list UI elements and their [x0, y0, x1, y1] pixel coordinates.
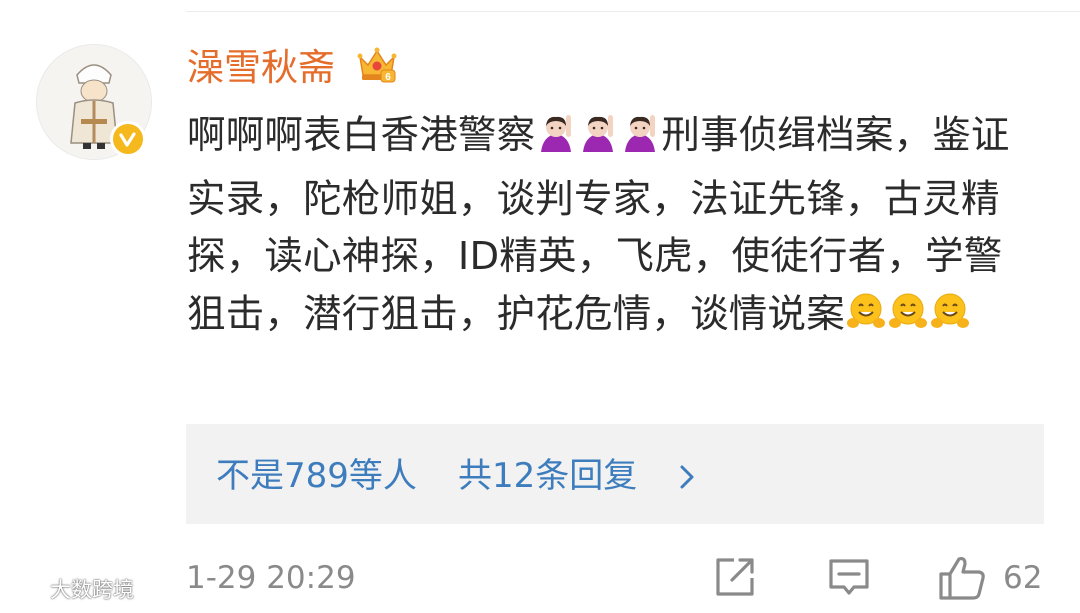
comment-text-part1: 啊啊啊表白香港警察: [187, 113, 536, 158]
svg-text:6: 6: [385, 72, 391, 83]
replies-preview[interactable]: 不是789等人 共12条回复: [186, 424, 1044, 524]
hugging-face-emoji: [929, 291, 971, 350]
thumbs-up-icon[interactable]: [937, 554, 987, 602]
person-raising-hand-emoji: [619, 112, 661, 171]
watermark-text: 大数跨境: [50, 578, 134, 602]
chevron-right-icon[interactable]: [676, 464, 698, 490]
like-count: 62: [1003, 560, 1043, 596]
comment-text: 啊啊啊表白香港警察 刑事侦缉档案，鉴证实录，陀枪师姐，谈判专家，法证先锋，古灵精探…: [187, 107, 1027, 349]
share-icon[interactable]: [712, 554, 758, 600]
comment-icon[interactable]: [826, 554, 872, 600]
hugging-face-emoji: [845, 291, 887, 350]
reply-likers-text[interactable]: 不是789等人: [216, 456, 417, 496]
watermark-logo-icon: [7, 581, 47, 599]
timestamp: 1-29 20:29: [186, 560, 356, 596]
person-raising-hand-emoji: [577, 112, 619, 171]
hugging-face-emoji: [887, 291, 929, 350]
username[interactable]: 澡雪秋斋: [187, 46, 335, 90]
watermark: 大数跨境: [6, 576, 134, 604]
person-raising-hand-emoji: [535, 112, 577, 171]
top-divider: [186, 11, 1080, 12]
view-replies-link[interactable]: 共12条回复: [458, 456, 637, 496]
crown-vip-icon[interactable]: 6: [356, 43, 398, 85]
verified-badge-icon: [110, 121, 146, 157]
